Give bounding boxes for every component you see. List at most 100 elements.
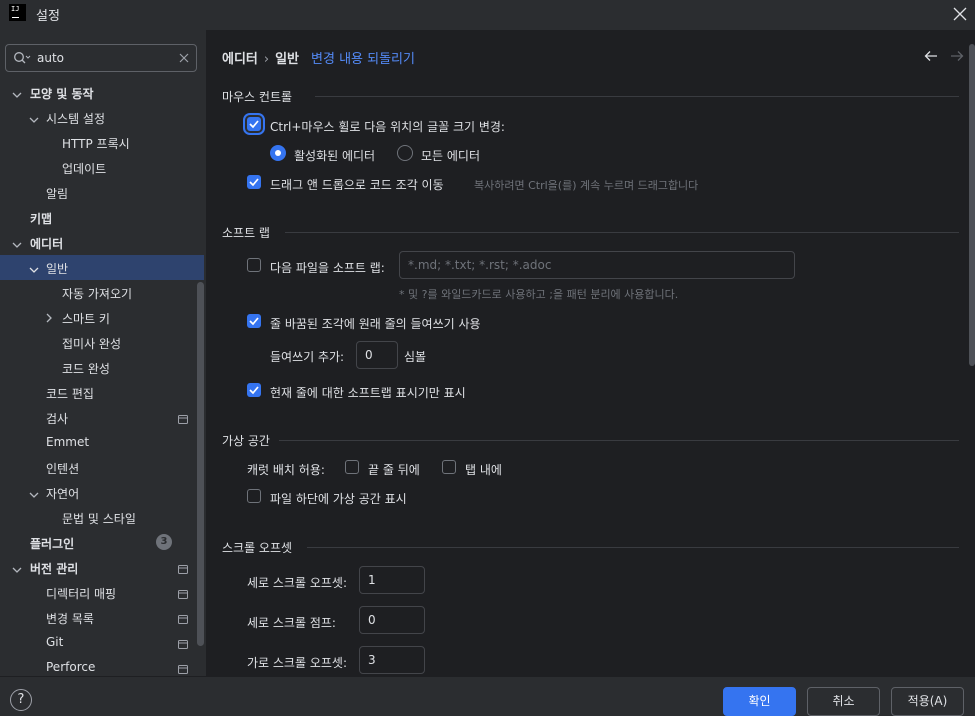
tree-item-appearance[interactable]: 모양 및 동작 <box>0 80 204 105</box>
plugins-count-badge: 3 <box>156 534 172 550</box>
use-original-indent-checkbox[interactable] <box>247 314 261 328</box>
breadcrumb: 에디터 › 일반 변경 내용 되돌리기 <box>222 48 415 67</box>
tree-item-label: 키맵 <box>30 212 53 226</box>
section-scroll-offset: 스크롤 오프셋 <box>222 541 293 555</box>
breadcrumb-current: 일반 <box>275 52 300 67</box>
chevron-down-icon <box>29 263 39 277</box>
tree-item-keymap[interactable]: 키맵 <box>0 205 204 230</box>
tree-item-label: Perforce <box>46 660 96 674</box>
tree-item-label: HTTP 프록시 <box>62 137 130 151</box>
app-logo-icon: IJ <box>9 4 26 21</box>
soft-wrap-files-label: 다음 파일을 소프트 랩: <box>270 261 385 275</box>
tree-item-smart-keys[interactable]: 스마트 키 <box>0 305 204 330</box>
project-settings-icon <box>178 413 188 427</box>
all-editors-radio[interactable] <box>397 145 413 161</box>
tree-item-plugins[interactable]: 플러그인 3 <box>0 530 204 555</box>
horizontal-offset-input[interactable]: 3 <box>359 646 425 674</box>
tree-item-inspections[interactable]: 검사 <box>0 405 204 430</box>
chevron-down-icon <box>12 563 22 577</box>
tree-item-label: 일반 <box>46 262 69 276</box>
add-indent-input[interactable]: 0 <box>356 341 398 369</box>
section-virtual-space: 가상 공간 <box>222 434 270 448</box>
tree-item-updates[interactable]: 업데이트 <box>0 155 204 180</box>
tree-item-http-proxy[interactable]: HTTP 프록시 <box>0 130 204 155</box>
search-field[interactable]: auto <box>5 44 197 72</box>
search-input[interactable]: auto <box>37 51 64 65</box>
vertical-jump-input[interactable]: 0 <box>359 606 425 634</box>
tree-item-grammar-style[interactable]: 문법 및 스타일 <box>0 505 204 530</box>
soft-wrap-files-hint: * 및 ?를 와일드카드로 사용하고 ;을 패턴 분리에 사용합니다. <box>399 288 679 301</box>
section-soft-wrap: 소프트 랩 <box>222 226 270 240</box>
chevron-down-icon <box>29 113 39 127</box>
breadcrumb-parent[interactable]: 에디터 <box>222 52 258 67</box>
help-button[interactable]: ? <box>10 689 32 711</box>
tree-item-natural-languages[interactable]: 자연어 <box>0 480 204 505</box>
tree-item-label: 자동 가져오기 <box>62 287 133 301</box>
tree-item-label: 디렉터리 매핑 <box>46 587 117 601</box>
tree-item-editor[interactable]: 에디터 <box>0 230 204 255</box>
breadcrumb-separator: › <box>263 52 270 67</box>
clear-search-icon[interactable] <box>178 52 190 67</box>
tree-item-directory-mappings[interactable]: 디렉터리 매핑 <box>0 580 204 605</box>
drag-drop-checkbox[interactable] <box>247 175 261 189</box>
ok-button[interactable]: 확인 <box>723 687 796 716</box>
window-title: 설정 <box>36 9 60 24</box>
section-mouse-control: 마우스 컨트롤 <box>222 90 293 104</box>
tree-item-label: 플러그인 <box>30 537 75 551</box>
section-divider <box>307 547 959 548</box>
tree-item-label: 접미사 완성 <box>62 337 122 351</box>
forward-arrow-icon[interactable] <box>950 50 964 65</box>
apply-button[interactable]: 적용(A) <box>891 687 964 716</box>
sidebar-scrollbar[interactable] <box>197 282 204 646</box>
project-settings-icon <box>178 638 188 652</box>
zoom-font-checkbox[interactable] <box>247 117 261 131</box>
tree-item-code-completion[interactable]: 코드 완성 <box>0 355 204 380</box>
tree-item-intentions[interactable]: 인텐션 <box>0 455 204 480</box>
tree-item-auto-import[interactable]: 자동 가져오기 <box>0 280 204 305</box>
virtual-space-file-end-label: 파일 하단에 가상 공간 표시 <box>270 492 407 506</box>
tree-item-label: 알림 <box>46 187 69 201</box>
project-settings-icon <box>178 563 188 577</box>
tree-item-changelists[interactable]: 변경 목록 <box>0 605 204 630</box>
settings-content: 에디터 › 일반 변경 내용 되돌리기 마우스 컨트롤 Ctrl+마우스 휠로 다음 … <box>207 30 975 676</box>
caret-placement-label: 캐럿 배치 허용: <box>247 463 325 477</box>
revert-changes-link[interactable]: 변경 내용 되돌리기 <box>311 52 415 67</box>
after-line-end-checkbox[interactable] <box>345 460 359 474</box>
tree-item-emmet[interactable]: Emmet <box>0 430 204 455</box>
cancel-button[interactable]: 취소 <box>807 687 880 716</box>
project-settings-icon <box>178 613 188 627</box>
tree-item-postfix-completion[interactable]: 접미사 완성 <box>0 330 204 355</box>
settings-sidebar: auto 모양 및 동작 시스템 설정 HTTP 프록시 업데이트 알림 키맵 … <box>0 30 207 676</box>
search-icon <box>13 51 31 68</box>
tree-item-git[interactable]: Git <box>0 630 204 655</box>
tree-item-code-editing[interactable]: 코드 편집 <box>0 380 204 405</box>
vertical-offset-label: 세로 스크롤 오프셋: <box>247 576 347 590</box>
tree-item-notifications[interactable]: 알림 <box>0 180 204 205</box>
zoom-font-label: Ctrl+마우스 휠로 다음 위치의 글꼴 크기 변경: <box>270 120 505 134</box>
chevron-down-icon <box>12 238 22 252</box>
soft-wrap-files-checkbox[interactable] <box>247 258 261 272</box>
virtual-space-file-end-checkbox[interactable] <box>247 489 261 503</box>
horizontal-offset-label: 가로 스크롤 오프셋: <box>247 656 347 670</box>
inside-tabs-checkbox[interactable] <box>442 460 456 474</box>
section-divider <box>279 440 959 441</box>
dialog-footer: ? 확인 취소 적용(A) <box>0 676 975 716</box>
tree-item-label: 검사 <box>46 412 69 426</box>
tree-item-label: 코드 편집 <box>46 387 94 401</box>
tree-item-label: 변경 목록 <box>46 612 94 626</box>
tree-item-system-settings[interactable]: 시스템 설정 <box>0 105 204 130</box>
content-scrollbar[interactable] <box>969 44 975 366</box>
current-line-indicator-checkbox[interactable] <box>247 383 261 397</box>
vertical-offset-input[interactable]: 1 <box>359 566 425 594</box>
active-editor-radio[interactable] <box>270 145 286 161</box>
section-divider <box>315 96 959 97</box>
project-settings-icon <box>178 663 188 676</box>
tree-item-perforce[interactable]: Perforce <box>0 655 204 676</box>
use-original-indent-label: 줄 바꿈된 조각에 원래 줄의 들여쓰기 사용 <box>270 317 481 331</box>
back-arrow-icon[interactable] <box>924 50 938 65</box>
soft-wrap-files-input[interactable] <box>399 251 795 279</box>
tree-item-version-control[interactable]: 버전 관리 <box>0 555 204 580</box>
close-icon[interactable] <box>950 4 970 24</box>
project-settings-icon <box>178 588 188 602</box>
tree-item-general[interactable]: 일반 <box>0 255 204 280</box>
